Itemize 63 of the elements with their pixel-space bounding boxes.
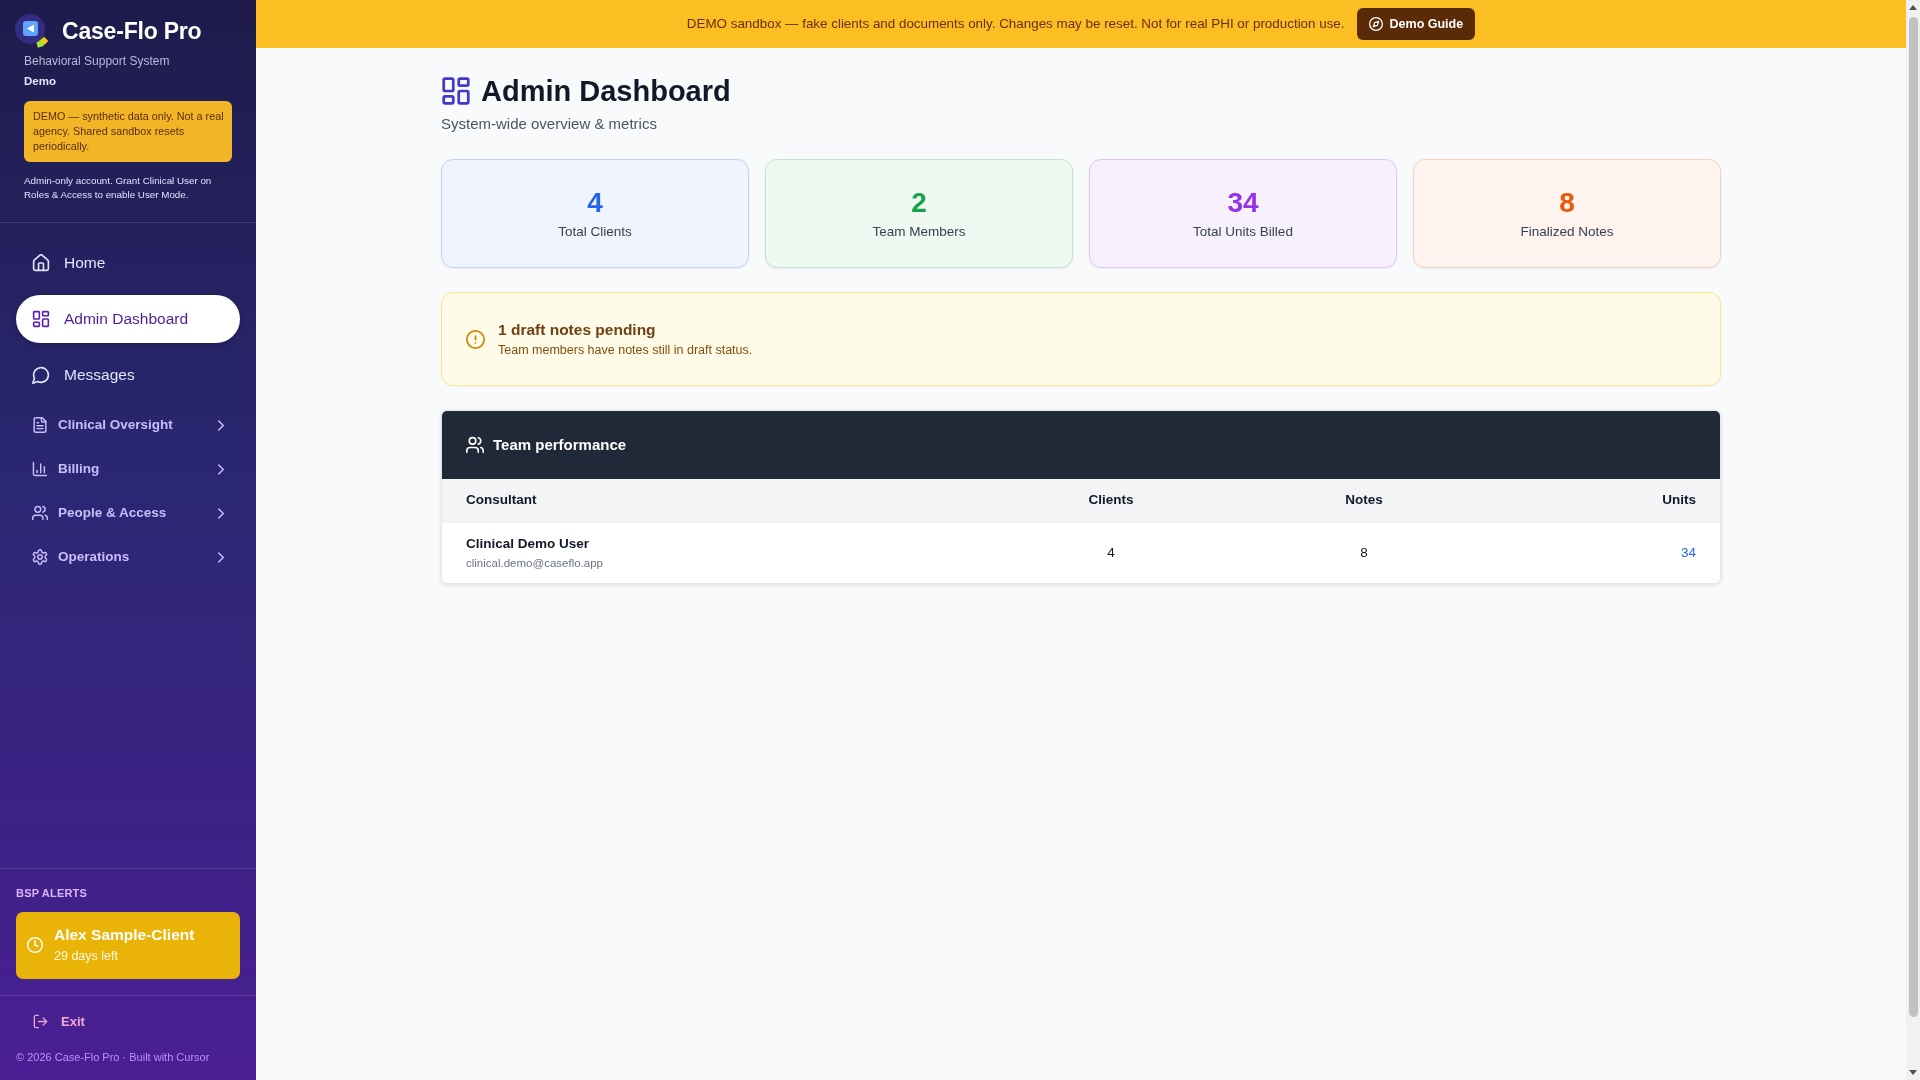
scrollbar-thumb[interactable] (1908, 17, 1918, 1017)
section-heading: BSP ALERTS (16, 885, 89, 901)
app-name: Case-Flo Pro (62, 17, 202, 46)
clock-icon (27, 937, 43, 953)
units-link[interactable]: 34 (1680, 544, 1696, 560)
demo-notice: DEMO — synthetic data only. Not a real agency. Shared sandbox resets periodically. (24, 101, 232, 162)
stat-value: 34 (1227, 186, 1259, 219)
people-icon (466, 436, 484, 454)
nav-link[interactable]: Admin Dashboard (16, 295, 240, 343)
client-name: Alex Sample-Client (54, 925, 195, 945)
chevron-right-icon (218, 551, 224, 563)
settings-icon (32, 549, 48, 565)
chevron-right-icon (218, 507, 224, 519)
consultant-email: clinical.demo@caseflo.app (466, 555, 604, 571)
nav-link[interactable]: Home (16, 239, 240, 287)
down-arrow-icon (1909, 1070, 1917, 1075)
banner-text: DEMO sandbox — fake clients and documents only. Changes may be reset. Not for real PHI or production use. (686, 14, 1345, 33)
nav-link[interactable]: Messages (16, 351, 240, 399)
column-header: Notes (1222, 479, 1506, 522)
stat-value: 2 (911, 186, 927, 219)
scrollbar[interactable] (1906, 0, 1920, 1080)
people-icon (32, 505, 48, 521)
document-icon (32, 417, 48, 433)
dashboard-icon (441, 76, 471, 106)
alert-text: Team members have notes still in draft status. (498, 341, 753, 359)
table-cell: 8 (1222, 522, 1506, 583)
app-tagline: Behavioral Support System (24, 53, 171, 69)
page-title: Admin Dashboard (481, 74, 731, 109)
chevron-right-icon (218, 463, 224, 475)
column-header: Consultant (442, 479, 1000, 522)
speech-bubble-icon (32, 366, 50, 384)
alert-title: 1 draft notes pending (498, 319, 657, 340)
consultant-name: Clinical Demo User (466, 534, 591, 553)
stat-label: Finalized Notes (1520, 222, 1614, 241)
table-cell: 4 (1000, 522, 1222, 583)
stat-value: 4 (587, 186, 603, 219)
days-left: 29 days left (54, 948, 119, 965)
page-subtitle: System-wide overview & metrics (441, 114, 658, 134)
column-header: Units (1506, 479, 1720, 522)
logout-icon (33, 1014, 48, 1029)
nav-group[interactable]: Billing (16, 451, 240, 487)
stat-label: Total Units Billed (1193, 222, 1293, 241)
compass-icon (1368, 17, 1383, 31)
account-note: Admin-only account. Grant Clinical User on Roles & Access to enable User Mode. (24, 174, 213, 202)
stat-label: Total Clients (558, 222, 632, 241)
dashboard-icon (32, 310, 50, 328)
nav-group[interactable]: Clinical Oversight (16, 407, 240, 443)
chevron-right-icon (218, 419, 224, 431)
home-icon (32, 254, 50, 272)
edition-label: Demo (24, 74, 57, 89)
bar-chart-icon (32, 461, 48, 477)
stat-value: 8 (1559, 186, 1575, 219)
exit-button[interactable]: Exit (33, 1012, 85, 1031)
warning-icon (466, 329, 485, 349)
nav-group[interactable]: People & Access (16, 495, 240, 531)
table-title: Team performance (493, 434, 627, 455)
stat-label: Team Members (872, 222, 966, 241)
nav-group[interactable]: Operations (16, 539, 240, 575)
logo-icon (15, 14, 49, 48)
column-header: Clients (1000, 479, 1222, 522)
up-arrow-icon (1909, 5, 1917, 10)
footer-text: © 2026 Case-Flo Pro · Built with Cursor (15, 1050, 211, 1065)
demo-guide-button[interactable]: Demo Guide (1356, 8, 1476, 40)
